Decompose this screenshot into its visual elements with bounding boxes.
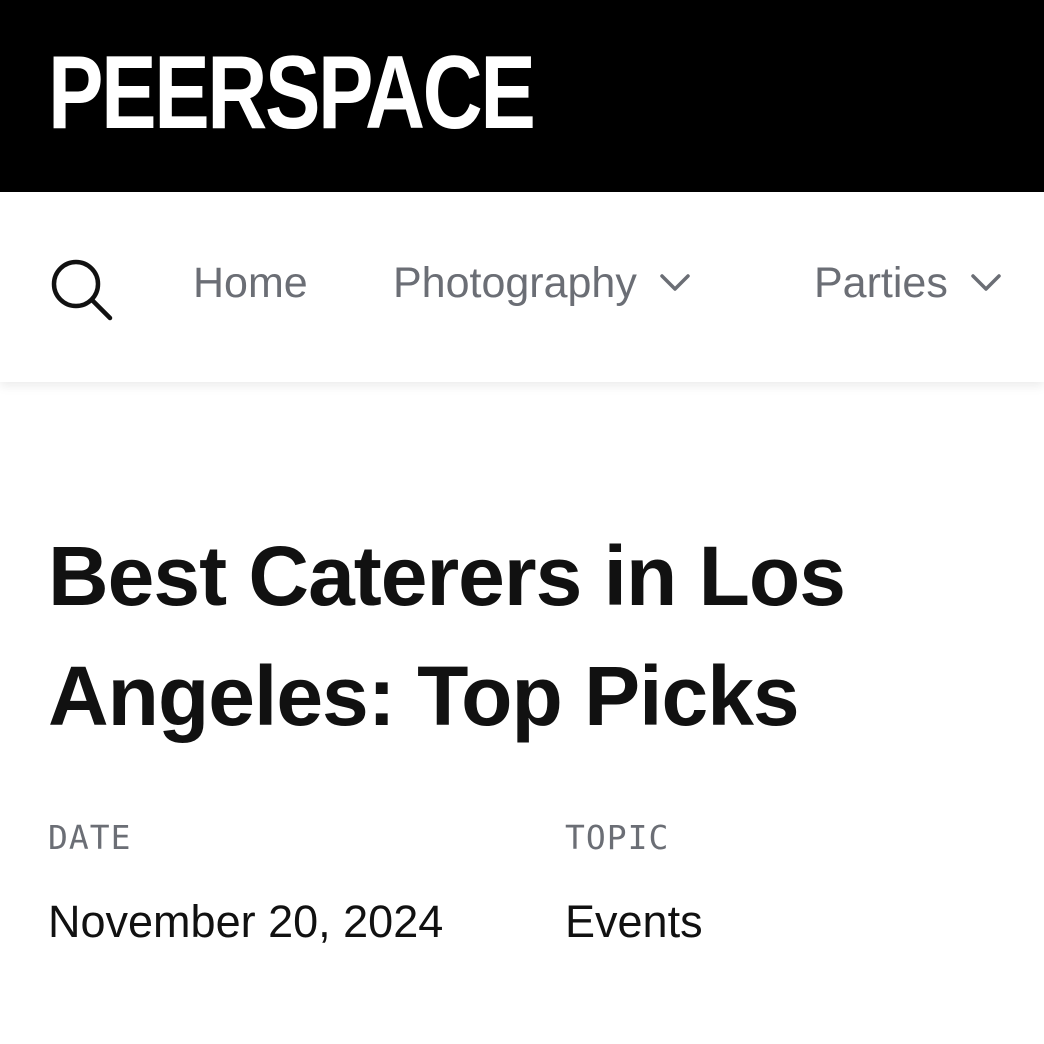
topic-label: TOPIC [565,818,670,857]
nav-item-photography[interactable]: Photography [393,258,691,308]
article-title: Best Caterers in Los Angeles: Top Picks [48,529,846,743]
nav-item-label: Parties [814,259,948,307]
search-button[interactable] [46,256,116,326]
nav-item-label: Home [193,259,308,307]
peerspace-logo[interactable]: PEERSPACE [48,28,536,158]
nav-item-home[interactable]: Home [193,258,308,308]
search-icon [51,259,113,321]
date-value: November 20, 2024 [48,896,444,947]
brand-header: PEERSPACE [0,0,1044,192]
nav-item-label: Photography [393,259,637,307]
main-nav: Home Photography Parties [0,192,1044,382]
date-label: DATE [48,818,132,857]
chevron-down-icon [659,273,691,293]
chevron-down-icon [970,273,1002,293]
topic-value[interactable]: Events [565,896,703,948]
page: PEERSPACE Home Photography Parties Best … [0,0,1044,1044]
nav-item-parties[interactable]: Parties [814,258,1002,308]
